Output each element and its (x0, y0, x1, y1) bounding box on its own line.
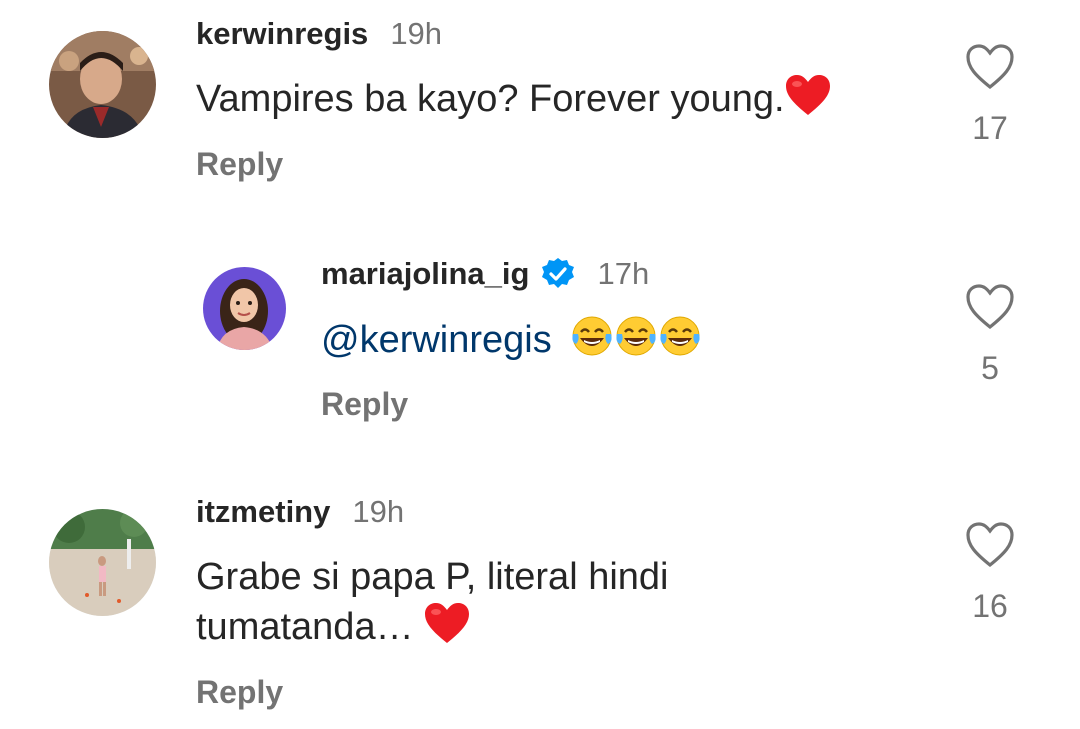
heart-outline-icon[interactable] (965, 284, 1015, 330)
profile-photo-icon (49, 31, 156, 138)
reply-button[interactable]: Reply (196, 674, 283, 710)
reply-button[interactable]: Reply (321, 386, 408, 422)
like-count: 16 (972, 588, 1008, 624)
timestamp: 19h (352, 494, 405, 529)
comment-text: @kerwinregis (321, 314, 702, 371)
red-heart-emoji-icon (424, 603, 470, 658)
comment-text-line-2: tumatanda… (196, 602, 470, 658)
profile-photo-icon (49, 509, 156, 616)
profile-photo-icon (203, 267, 286, 350)
avatar[interactable] (49, 31, 156, 138)
like-control: 5 (955, 284, 1025, 386)
username[interactable]: itzmetiny (196, 494, 330, 530)
timestamp: 19h (390, 16, 443, 51)
tears-of-joy-emoji-icon (570, 314, 614, 371)
timestamp: 17h (597, 256, 650, 291)
avatar[interactable] (203, 267, 286, 350)
verified-badge-icon (541, 257, 575, 291)
comment-text: Vampires ba kayo? Forever young. (196, 74, 831, 130)
like-count: 17 (972, 110, 1008, 146)
comment-body: tumatanda… (196, 606, 414, 648)
reply-button[interactable]: Reply (196, 146, 283, 182)
like-count: 5 (981, 350, 999, 386)
comment-meta: kerwinregis 19h (196, 16, 442, 52)
heart-outline-icon[interactable] (965, 44, 1015, 90)
mention-link[interactable]: @kerwinregis (321, 319, 552, 361)
comment-meta: itzmetiny 19h (196, 494, 404, 530)
like-control: 16 (955, 522, 1025, 624)
comment-kerwinregis: kerwinregis 19h Vampires ba kayo? Foreve… (0, 0, 1080, 200)
tears-of-joy-emoji-icon (614, 314, 658, 371)
username[interactable]: kerwinregis (196, 16, 368, 52)
comment-meta: mariajolina_ig 17h (321, 256, 649, 292)
comment-itzmetiny: itzmetiny 19h Grabe si papa P, literal h… (0, 478, 1080, 729)
comment-body: Vampires ba kayo? Forever young. (196, 78, 785, 120)
username[interactable]: mariajolina_ig (321, 256, 529, 292)
comment-text-line-1: Grabe si papa P, literal hindi (196, 556, 669, 598)
red-heart-emoji-icon (785, 75, 831, 130)
comment-mariajolina-reply: mariajolina_ig 17h @kerwinregis Reply 5 (0, 240, 1080, 440)
avatar[interactable] (49, 509, 156, 616)
heart-outline-icon[interactable] (965, 522, 1015, 568)
like-control: 17 (955, 44, 1025, 146)
tears-of-joy-emoji-icon (658, 314, 702, 371)
